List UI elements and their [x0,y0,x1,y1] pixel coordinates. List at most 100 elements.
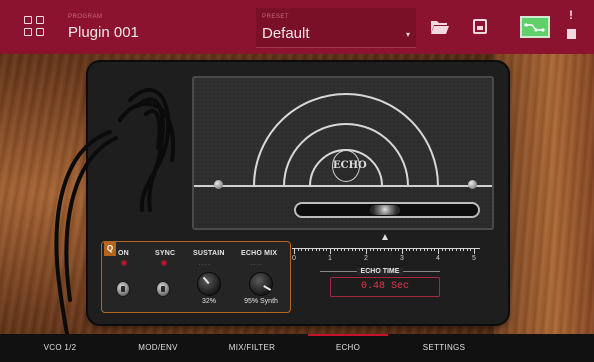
ruler-minor-tick [409,248,411,251]
ruler-minor-tick [380,248,382,251]
ruler-major-tick [294,248,295,254]
ruler-major-tick [330,248,331,254]
echo-time-label: ECHO TIME [320,268,440,275]
sync-label: SYNC [155,250,176,257]
ruler-minor-tick [463,248,465,251]
tab-echo[interactable]: ECHO [308,334,388,362]
screw-left [214,180,223,189]
sync-toggle-switch[interactable] [156,281,170,297]
echo-slider-handle[interactable] [370,205,400,215]
ruler-minor-tick [362,248,364,251]
automation-icon[interactable] [520,16,550,38]
sustain-knob[interactable] [197,272,221,296]
tab-mix-filter[interactable]: MIX/FILTER [212,334,292,362]
echo-mix-knob-indicator [263,285,272,291]
save-icon[interactable] [473,19,487,34]
ruler-minor-tick [376,248,378,251]
ruler-label-5: 5 [472,255,476,262]
ruler-label-1: 1 [328,255,332,262]
echo-time-ruler[interactable]: 0 1 2 3 4 5 [292,242,480,264]
alert-icon[interactable]: ! [569,9,575,21]
echo-time-label-text: ECHO TIME [356,268,404,275]
ruler-minor-tick [387,248,389,251]
ruler-minor-tick [391,248,393,251]
ruler-minor-tick [384,248,385,251]
echo-time-display[interactable]: 0.48 Sec [330,277,440,297]
ruler-major-tick [402,248,403,254]
ruler-minor-tick [297,248,299,251]
echo-time-value: 0.48 Sec [360,281,409,292]
ruler-minor-tick [373,248,375,251]
ruler-label-3: 3 [400,255,404,262]
sustain-scale: · · · · [199,262,210,268]
sustain-value: 32% [201,298,216,305]
ruler-minor-tick [430,248,432,251]
sustain-label: SUSTAIN [193,250,225,257]
tab-mod-env[interactable]: MOD/ENV [118,334,198,362]
ruler-minor-tick [394,248,396,251]
ruler-minor-tick [405,248,407,251]
ruler-minor-tick [423,248,425,251]
ruler-minor-tick [459,248,461,251]
grid-icon[interactable] [24,16,46,38]
ruler-minor-tick [326,248,328,251]
echo-mix-scale: · · · · [251,262,262,268]
program-label: PROGRAM [68,14,103,20]
preset-selector[interactable]: PRESET Default ▾ [256,8,416,48]
chevron-down-icon: ▾ [405,30,410,39]
ruler-major-tick [438,248,439,254]
ruler-minor-tick [456,248,457,251]
ruler-label-2: 2 [364,255,368,262]
ruler-major-tick [366,248,367,254]
plugin-window: PROGRAM Plugin 001 PRESET Default ▾ ! EC… [0,0,594,362]
ruler-minor-tick [466,248,468,251]
ruler-minor-tick [358,248,360,251]
wood-panel-right [494,54,594,334]
ruler-minor-tick [445,248,447,251]
tab-vco[interactable]: VCO 1/2 [20,334,100,362]
ruler-minor-tick [322,248,324,251]
ruler-minor-tick [412,248,414,251]
ruler-minor-tick [355,248,357,251]
ruler-minor-tick [337,248,339,251]
ruler-minor-tick [333,248,335,251]
q-link-badge[interactable]: Q [104,242,116,256]
ruler-minor-tick [351,248,353,251]
ruler-minor-tick [369,248,371,251]
ruler-minor-tick [470,248,472,251]
header-bar: PROGRAM Plugin 001 PRESET Default ▾ ! [0,0,594,54]
ruler-minor-tick [304,248,306,251]
ruler-minor-tick [308,248,310,251]
tab-settings[interactable]: SETTINGS [404,334,484,362]
echo-logo: ECHO [332,150,367,182]
ruler-label-4: 4 [436,255,440,262]
echo-speaker-grille: ECHO [192,76,494,230]
ruler-minor-tick [452,248,454,251]
ruler-label-0: 0 [292,255,296,262]
echo-mix-value: 95% Synth [244,298,278,305]
ruler-minor-tick [448,248,450,251]
folder-icon[interactable] [431,20,449,34]
program-name[interactable]: Plugin 001 [68,24,139,41]
cpu-icon [567,29,576,39]
ruler-minor-tick [312,248,313,251]
ruler-minor-tick [301,248,303,251]
on-led [122,261,126,265]
speaker-divider [194,185,492,187]
on-label: ON [118,250,129,257]
sync-led [162,261,166,265]
sustain-knob-indicator [202,276,210,285]
preset-label: PRESET [262,14,290,20]
ruler-pointer-icon [382,234,388,240]
preset-value: Default [262,25,310,42]
ruler-minor-tick [344,248,346,251]
ruler-minor-tick [427,248,429,251]
echo-mix-knob[interactable] [249,272,273,296]
ruler-minor-tick [315,248,317,251]
ruler-minor-tick [441,248,443,251]
ruler-minor-tick [434,248,436,251]
ruler-minor-tick [416,248,418,251]
on-toggle-switch[interactable] [116,281,130,297]
echo-slider-track[interactable] [294,202,480,218]
ruler-minor-tick [348,248,349,251]
